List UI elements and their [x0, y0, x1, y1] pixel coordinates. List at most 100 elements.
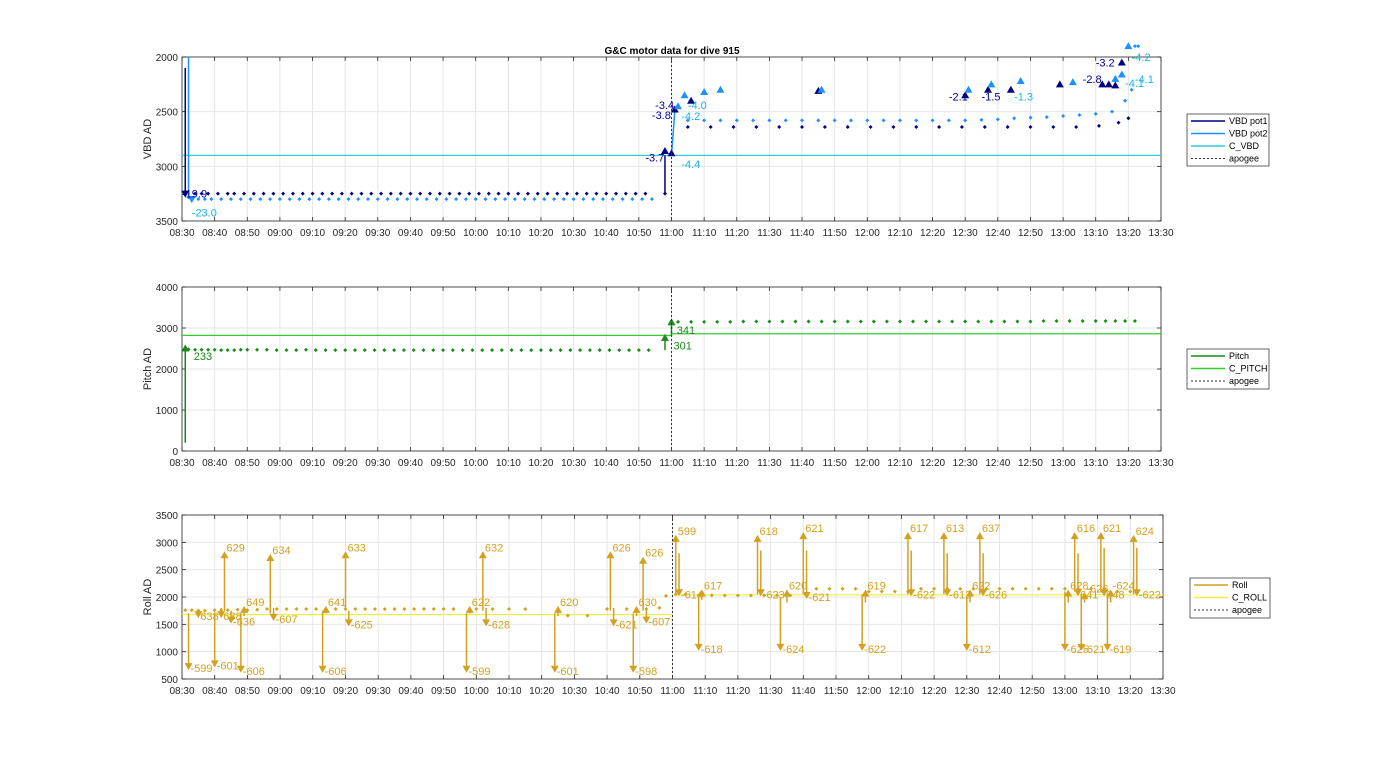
x-tick-label: 08:40 — [202, 458, 227, 469]
vbd-annotation: -3.7 — [645, 153, 664, 165]
vbd-annotation: -3.2 — [1096, 57, 1115, 69]
x-tick-label: 12:00 — [855, 228, 880, 239]
x-tick-label: 12:10 — [889, 686, 914, 697]
x-tick-label: 08:50 — [235, 458, 260, 469]
vbd-annotation: -23.0 — [192, 207, 217, 219]
x-tick-label: 11:10 — [692, 458, 717, 469]
legend-label: VBD pot1 — [1229, 116, 1268, 126]
roll-annotation: -623 — [763, 589, 785, 601]
x-tick-label: 12:40 — [985, 458, 1010, 469]
roll-annotation: 620 — [789, 581, 807, 593]
x-tick-label: 10:20 — [528, 228, 553, 239]
x-tick-label: 10:30 — [561, 228, 586, 239]
roll-annotation: 617 — [910, 523, 928, 535]
legend-label: Roll — [1232, 580, 1248, 590]
x-tick-label: 13:20 — [1116, 228, 1141, 239]
x-tick-label: 10:00 — [464, 686, 489, 697]
roll-annotation: 621 — [1103, 523, 1121, 535]
x-tick-label: 10:10 — [496, 458, 521, 469]
roll-annotation: 641 — [328, 597, 346, 609]
roll-annotation: -622 — [913, 589, 935, 601]
x-tick-label: 13:30 — [1150, 686, 1175, 697]
x-tick-label: 11:00 — [659, 458, 684, 469]
roll-annotation: 618 — [760, 526, 778, 538]
x-tick-label: 11:40 — [791, 686, 816, 697]
roll-axes: 08:30 08:40 08:50 09:00 09:10 09:20 09:30 09:40… — [142, 511, 1271, 697]
y-tick-label: 3000 — [156, 538, 179, 549]
x-tick-label: 12:40 — [985, 228, 1010, 239]
roll-annotation: -599 — [468, 666, 490, 678]
x-tick-label: 10:40 — [595, 686, 620, 697]
y-tick-label: 0 — [172, 447, 178, 458]
x-tick-label: 08:30 — [169, 228, 194, 239]
x-tick-label: 10:20 — [528, 458, 553, 469]
x-tick-label: 11:30 — [757, 458, 782, 469]
y-tick-label: 500 — [161, 675, 178, 686]
x-tick-label: 09:20 — [333, 458, 358, 469]
roll-annotation: -626 — [985, 589, 1007, 601]
vbd-pump-marker — [1124, 42, 1133, 50]
x-tick-label: 12:20 — [922, 686, 947, 697]
roll-annotation: -618 — [701, 644, 723, 656]
legend-label: VBD pot2 — [1229, 129, 1268, 139]
x-tick-label: 09:20 — [333, 686, 358, 697]
roll-annotation: -601 — [557, 666, 579, 678]
roll-annotation: -624 — [1113, 581, 1135, 593]
y-tick-label: 4000 — [156, 283, 179, 294]
y-tick-label: 2000 — [156, 53, 179, 64]
pitch-annotation: 233 — [194, 351, 212, 363]
x-tick-label: 10:30 — [561, 458, 586, 469]
x-tick-label: 11:10 — [692, 228, 717, 239]
x-tick-label: 10:40 — [594, 458, 619, 469]
x-tick-label: 13:30 — [1148, 228, 1173, 239]
x-tick-label: 08:40 — [202, 228, 227, 239]
vbd-pot2-point — [1136, 44, 1141, 49]
vbd-annotation: -1.3 — [1014, 91, 1033, 103]
pitch-annotation: 301 — [674, 341, 692, 353]
vbd-annotation: -4.4 — [681, 159, 700, 171]
x-tick-label: 12:20 — [920, 458, 945, 469]
x-tick-label: 12:30 — [953, 458, 978, 469]
roll-annotation: 634 — [272, 545, 290, 557]
x-tick-label: 11:30 — [758, 686, 783, 697]
x-tick-label: 09:00 — [267, 458, 292, 469]
roll-annotation: 619 — [867, 581, 885, 593]
x-tick-label: 12:20 — [920, 228, 945, 239]
roll-annotation: 629 — [227, 542, 245, 554]
x-tick-label: 09:10 — [300, 686, 325, 697]
roll-annotation: -607 — [648, 617, 670, 629]
x-tick-label: 09:10 — [300, 458, 325, 469]
x-tick-label: 11:20 — [725, 228, 750, 239]
legend: VBD pot1 VBD pot2 C_VBDapogee — [1186, 113, 1270, 167]
y-tick-label: 2000 — [156, 593, 179, 604]
x-tick-label: 12:00 — [856, 686, 881, 697]
x-tick-label: 11:40 — [790, 458, 815, 469]
roll-annotation: -619 — [1109, 644, 1131, 656]
y-tick-label: 2500 — [156, 566, 179, 577]
roll-annotation: -621 — [809, 592, 831, 604]
roll-annotation: 649 — [246, 597, 264, 609]
roll-annotation: -625 — [351, 619, 373, 631]
legend-label: C_VBD — [1229, 141, 1260, 151]
roll-annotation: -622 — [1139, 589, 1161, 601]
x-tick-label: 10:10 — [496, 228, 521, 239]
x-tick-label: 09:50 — [431, 686, 456, 697]
roll-annotation: -612 — [969, 644, 991, 656]
y-tick-label: 1500 — [156, 620, 179, 631]
x-tick-label: 13:10 — [1083, 458, 1108, 469]
legend-label: apogee — [1232, 605, 1262, 615]
x-tick-label: 11:00 — [660, 686, 685, 697]
y-axis-label: VBD AD — [142, 119, 154, 159]
x-tick-label: 09:30 — [366, 686, 391, 697]
vbd-annotation: -4.1 — [1125, 78, 1144, 90]
x-tick-label: 10:20 — [529, 686, 554, 697]
figure-title: G&C motor data for dive 915 — [604, 46, 739, 57]
x-tick-label: 12:50 — [1018, 228, 1043, 239]
x-tick-label: 10:50 — [626, 458, 651, 469]
roll-annotation: 626 — [612, 542, 630, 554]
legend: Pitch C_PITCHapogee — [1186, 348, 1270, 390]
y-axis-label: Pitch AD — [142, 348, 154, 390]
x-tick-label: 12:10 — [887, 458, 912, 469]
legend-label: C_PITCH — [1229, 364, 1268, 374]
x-tick-label: 11:20 — [726, 686, 751, 697]
